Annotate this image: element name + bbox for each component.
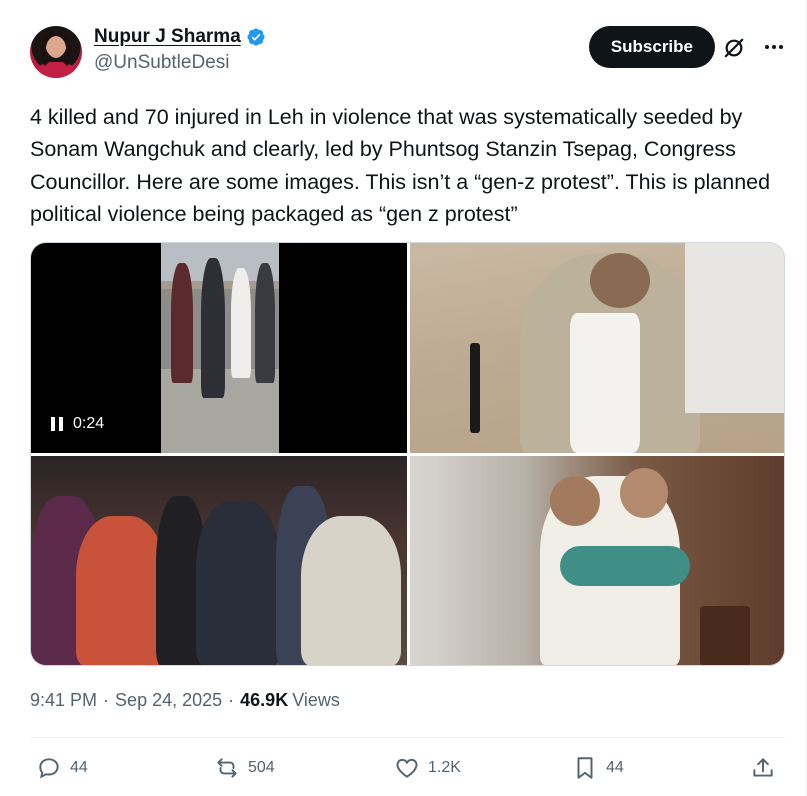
video-controls: 0:24 — [51, 415, 104, 433]
dot-icon — [765, 45, 769, 49]
video-figure — [201, 258, 225, 398]
image-figure — [76, 516, 166, 665]
image-figure — [301, 516, 401, 665]
author-info: Nupur J Sharma @UnSubtleDesi — [94, 26, 266, 74]
bookmark-count: 44 — [606, 759, 624, 776]
media-image-4[interactable] — [410, 456, 784, 665]
bookmark-button[interactable]: 44 — [572, 755, 624, 781]
author-handle[interactable]: @UnSubtleDesi — [94, 52, 266, 74]
video-player[interactable]: 0:24 — [31, 243, 407, 453]
repost-icon — [217, 758, 237, 778]
separator-dot: · — [228, 690, 235, 710]
tweet-time[interactable]: 9:41 PM — [30, 690, 97, 711]
repost-button[interactable]: 504 — [214, 755, 275, 781]
video-frame — [161, 243, 279, 453]
pause-icon[interactable] — [51, 417, 63, 431]
image-figure — [570, 313, 640, 453]
image-figure — [685, 243, 784, 413]
share-button[interactable] — [750, 755, 776, 781]
image-figure — [550, 476, 600, 526]
video-figure — [171, 263, 193, 383]
image-figure — [560, 546, 690, 586]
reply-button[interactable]: 44 — [36, 755, 88, 781]
name-row: Nupur J Sharma — [94, 26, 266, 48]
video-figure — [255, 263, 275, 383]
avatar-face — [47, 36, 65, 58]
media-image-2[interactable] — [410, 243, 784, 453]
more-options-icon[interactable] — [763, 36, 785, 58]
like-button[interactable]: 1.2K — [394, 755, 461, 781]
share-icon — [753, 758, 773, 777]
reply-count: 44 — [70, 759, 88, 776]
action-bar: 44 504 1.2K 44 — [30, 755, 785, 785]
heart-icon — [396, 758, 418, 778]
avatar[interactable] — [30, 26, 82, 78]
image-figure — [590, 253, 650, 308]
views-count: 46.9K — [240, 690, 289, 710]
divider — [30, 737, 785, 738]
verified-badge-icon[interactable] — [246, 27, 266, 47]
media-grid: 0:24 — [30, 242, 785, 666]
reply-icon — [39, 758, 59, 779]
dot-icon — [779, 45, 783, 49]
bookmark-icon — [577, 757, 593, 779]
repost-count: 504 — [248, 759, 275, 776]
grok-icon[interactable] — [723, 37, 745, 59]
tweet-header: Nupur J Sharma @UnSubtleDesi Subscribe — [30, 22, 785, 82]
image-figure — [700, 606, 750, 665]
views-label: Views — [292, 690, 340, 710]
pause-bar — [59, 417, 63, 431]
media-image-3[interactable] — [31, 456, 407, 665]
author-display-name[interactable]: Nupur J Sharma — [94, 26, 241, 48]
pause-bar — [51, 417, 55, 431]
tweet-date[interactable]: Sep 24, 2025 — [115, 690, 222, 711]
separator-dot: · — [103, 690, 110, 710]
tweet-text: 4 killed and 70 injured in Leh in violen… — [30, 105, 777, 226]
dot-icon — [772, 45, 776, 49]
subscribe-button[interactable]: Subscribe — [588, 26, 715, 68]
like-count: 1.2K — [428, 759, 461, 776]
image-figure — [196, 501, 281, 665]
image-figure — [470, 343, 480, 433]
image-figure — [620, 468, 668, 518]
video-duration: 0:24 — [73, 415, 105, 432]
tweet-timestamp: 9:41 PM · Sep 24, 2025 · 46.9K Views — [30, 690, 340, 711]
video-figure — [231, 268, 251, 378]
